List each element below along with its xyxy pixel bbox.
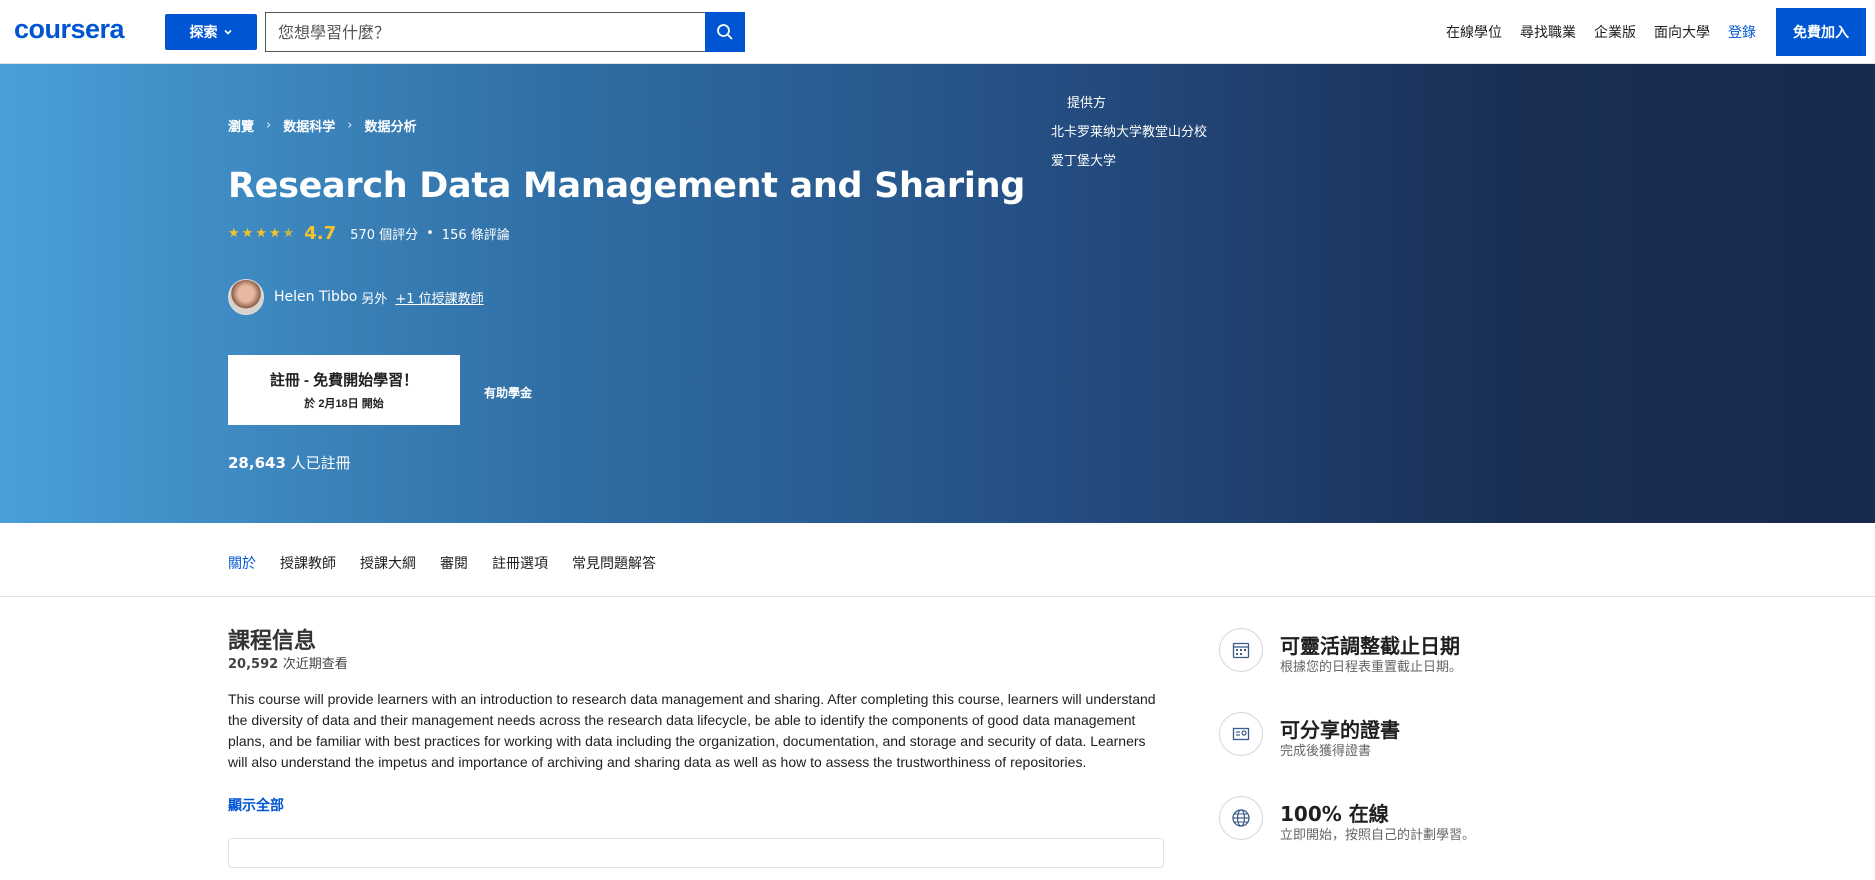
tab-enrollment-options[interactable]: 註冊選項: [492, 553, 548, 573]
nav-universities[interactable]: 面向大學: [1654, 22, 1710, 42]
tab-faq[interactable]: 常見問題解答: [572, 553, 656, 573]
instructor-also: 另外: [361, 291, 388, 307]
content-card: [228, 838, 1164, 868]
course-info-title: 課程信息: [228, 629, 317, 654]
nav-find-career[interactable]: 尋找職業: [1520, 22, 1576, 42]
tab-reviews[interactable]: 審閱: [440, 553, 468, 573]
enroll-start-date: 於 2月18日 開始: [304, 398, 384, 410]
nav-enterprise[interactable]: 企業版: [1594, 22, 1636, 42]
nav-online-degree[interactable]: 在線學位: [1446, 22, 1502, 42]
feature-flexible-deadlines: 可靈活調整截止日期 根據您的日程表重置截止日期。: [1219, 628, 1619, 712]
chevron-down-icon: [223, 29, 232, 35]
search-icon: [717, 24, 733, 40]
star-icon: ★: [228, 226, 240, 241]
chevron-right-icon: ›: [347, 118, 353, 133]
star-rating: ★ ★ ★ ★ ★: [228, 226, 294, 241]
show-all-link[interactable]: 顯示全部: [228, 795, 284, 815]
feature-title: 可分享的證書: [1280, 718, 1400, 742]
offered-by-partner[interactable]: 爱丁堡大学: [1051, 154, 1207, 170]
feature-subtitle: 完成後獲得證書: [1280, 744, 1372, 759]
login-link[interactable]: 登錄: [1728, 22, 1756, 42]
instructor-name[interactable]: Helen Tibbo: [274, 289, 357, 305]
more-instructors-link[interactable]: +1 位授課教師: [395, 288, 483, 307]
explore-label: 探索: [189, 24, 218, 40]
header-nav: 在線學位 尋找職業 企業版 面向大學 登錄 免費加入: [1428, 0, 1875, 64]
half-star-icon: ★: [282, 226, 295, 241]
globe-icon: [1219, 796, 1263, 840]
enroll-button[interactable]: 註冊 - 免費開始學習！ 於 2月18日 開始: [228, 355, 460, 425]
offered-by-label: 提供方: [1067, 96, 1107, 111]
breadcrumb: 瀏覽 › 数据科学 › 数据分析: [228, 116, 416, 135]
feature-shareable-certificate: 可分享的證書 完成後獲得證書: [1219, 712, 1619, 796]
explore-button[interactable]: 探索: [165, 14, 257, 50]
enrolled-number: 28,643: [228, 454, 286, 472]
course-description: This course will provide learners with a…: [228, 691, 1156, 770]
review-count[interactable]: 156 條評論: [442, 224, 510, 243]
recent-views: 20,592 次近期查看: [228, 653, 348, 672]
offered-by: 提供方 北卡罗莱纳大学教堂山分校 爱丁堡大学: [1051, 96, 1207, 170]
coursera-logo[interactable]: coursera: [14, 14, 125, 45]
certificate-icon: [1219, 712, 1263, 756]
breadcrumb-browse[interactable]: 瀏覽: [228, 116, 254, 135]
rating-count: 570 個評分: [350, 228, 419, 243]
feature-subtitle: 立即開始，按照自己的計劃學習。: [1280, 828, 1476, 843]
course-hero: 瀏覽 › 数据科学 › 数据分析 Research Data Managemen…: [0, 64, 1875, 523]
search-button[interactable]: [705, 12, 745, 52]
tab-instructors[interactable]: 授課教師: [280, 553, 336, 573]
course-features: 可靈活調整截止日期 根據您的日程表重置截止日期。 可分享的證書 完成後獲得證書 …: [1219, 628, 1619, 880]
breadcrumb-data-analysis[interactable]: 数据分析: [364, 116, 416, 135]
enroll-main-label: 註冊 - 免費開始學習！: [269, 372, 419, 389]
rating-row: ★ ★ ★ ★ ★ 4.7 570 個評分 • 156 條評論: [228, 223, 510, 244]
star-icon: ★: [255, 226, 267, 241]
course-title: Research Data Management and Sharing: [228, 166, 1025, 206]
top-header: coursera 探索 在線學位 尋找職業 企業版 面向大學 登錄 免費加入: [0, 0, 1875, 64]
section-tabs: 關於 授課教師 授課大綱 審閱 註冊選項 常見問題解答: [0, 523, 1875, 597]
tab-about[interactable]: 關於: [228, 553, 256, 573]
calendar-icon: [1219, 628, 1263, 672]
instructor-row: Helen Tibbo 另外 +1 位授課教師: [228, 279, 484, 315]
rating-value: 4.7: [304, 223, 337, 244]
feature-subtitle: 根據您的日程表重置截止日期。: [1280, 660, 1463, 675]
enrolled-count: 28,643 人已註冊: [228, 452, 351, 473]
feature-title: 100% 在線: [1280, 802, 1389, 826]
enrolled-suffix: 人已註冊: [290, 454, 351, 472]
join-free-button[interactable]: 免費加入: [1776, 8, 1866, 56]
chevron-right-icon: ›: [266, 118, 272, 133]
breadcrumb-data-science[interactable]: 数据科学: [283, 116, 335, 135]
financial-aid-link[interactable]: 有助學金: [484, 384, 532, 401]
star-icon: ★: [268, 226, 281, 241]
instructor-avatar[interactable]: [228, 279, 264, 315]
feature-title: 可靈活調整截止日期: [1280, 634, 1460, 658]
feature-online: 100% 在線 立即開始，按照自己的計劃學習。: [1219, 796, 1619, 880]
search-input[interactable]: [265, 12, 705, 52]
separator-dot: •: [426, 226, 434, 241]
views-count: 20,592: [228, 657, 279, 672]
views-suffix: 次近期查看: [282, 657, 348, 672]
offered-by-partner[interactable]: 北卡罗莱纳大学教堂山分校: [1051, 125, 1207, 141]
tab-syllabus[interactable]: 授課大綱: [360, 553, 416, 573]
star-icon: ★: [241, 226, 254, 241]
